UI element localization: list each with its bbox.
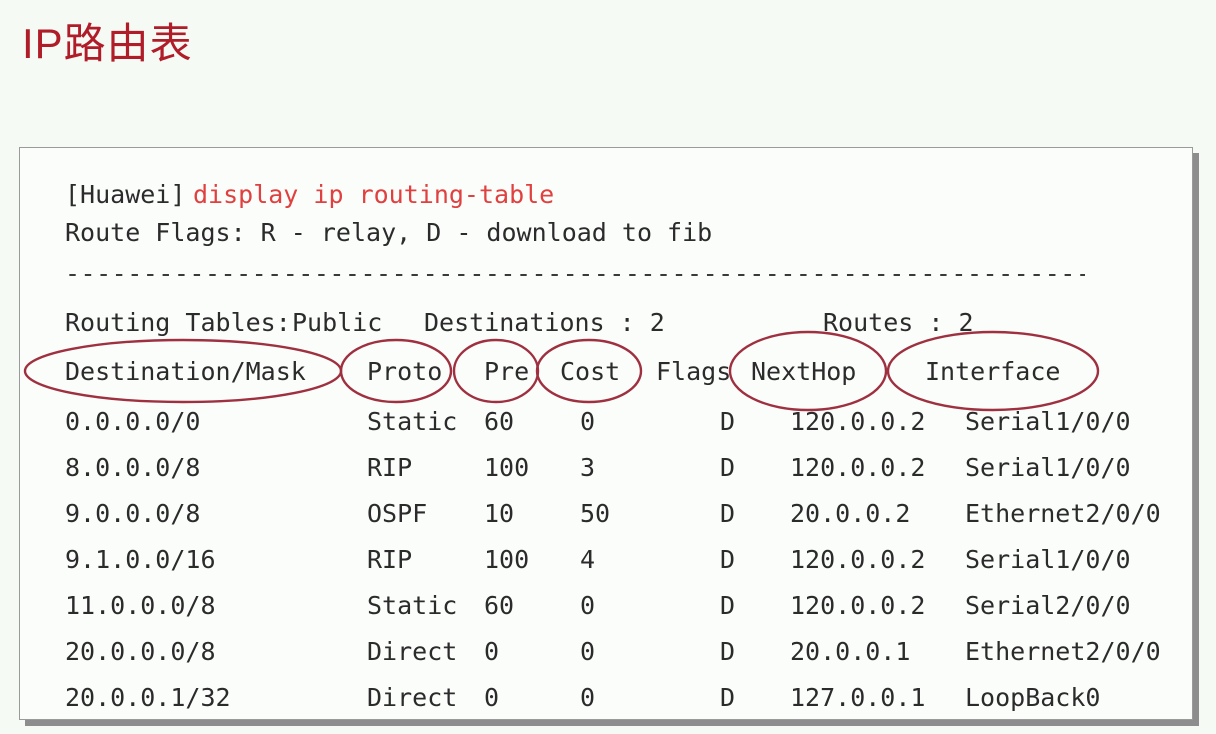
cell-nexthop: 120.0.0.2 [790,407,926,436]
cell-cost: 0 [580,683,596,712]
routing-table-summary-line: Routing Tables: Public Destinations : 2 … [20,300,1192,346]
cell-cost: 0 [580,591,596,620]
cell-nexthop: 120.0.0.2 [790,453,926,482]
cell-flags: D [720,499,736,528]
table-row: 20.0.0.1/32 Direct 0 0 D 127.0.0.1 LoopBack0 [20,675,1192,719]
route-flags-legend-line: Route Flags: R - relay, D - download to … [20,210,1192,256]
terminal-text-body: [Huawei] display ip routing-table Route … [20,148,1192,719]
table-row: 20.0.0.0/8 Direct 0 0 D 20.0.0.1 Ethernet2/0/0 [20,629,1192,675]
cell-cost: 0 [580,637,596,666]
column-header-flags: Flags [656,357,732,386]
cell-pre: 10 [484,499,515,528]
cell-interface: Serial1/0/0 [965,545,1131,574]
cell-destination: 20.0.0.1/32 [65,683,231,712]
column-header-pre: Pre [484,357,530,386]
cell-nexthop: 120.0.0.2 [790,545,926,574]
cell-cost: 3 [580,453,596,482]
summary-destinations: Destinations : 2 [424,308,665,337]
cell-interface: Serial1/0/0 [965,407,1131,436]
cell-cost: 4 [580,545,596,574]
table-row: 0.0.0.0/0 Static 60 0 D 120.0.0.2 Serial1/0/0 [20,399,1192,445]
cell-destination: 0.0.0.0/0 [65,407,201,436]
cell-pre: 100 [484,545,530,574]
cell-interface: Ethernet2/0/0 [965,499,1161,528]
cell-nexthop: 20.0.0.2 [790,499,911,528]
cell-flags: D [720,637,736,666]
cell-destination: 11.0.0.0/8 [65,591,216,620]
summary-label: Routing Tables: [65,308,291,337]
table-row: 9.0.0.0/8 OSPF 10 50 D 20.0.0.2 Ethernet2/0/0 [20,491,1192,537]
table-header-row: Destination/Mask Proto Pre Cost Flags Ne… [20,349,1192,395]
cell-pre: 100 [484,453,530,482]
column-header-destination: Destination/Mask [65,357,306,386]
cell-flags: D [720,591,736,620]
cell-proto: OSPF [367,499,428,528]
column-header-proto: Proto [367,357,443,386]
cell-cost: 50 [580,499,611,528]
cell-interface: LoopBack0 [965,683,1101,712]
table-row: 11.0.0.0/8 Static 60 0 D 120.0.0.2 Serial2/0/0 [20,583,1192,629]
cell-nexthop: 20.0.0.1 [790,637,911,666]
cell-proto: RIP [367,545,413,574]
cell-interface: Serial2/0/0 [965,591,1131,620]
cell-interface: Ethernet2/0/0 [965,637,1161,666]
cell-flags: D [720,453,736,482]
summary-scope: Public [292,308,383,337]
page-title: IP路由表 [22,20,193,67]
table-row: 8.0.0.0/8 RIP 100 3 D 120.0.0.2 Serial1/0/0 [20,445,1192,491]
terminal-output-panel: [Huawei] display ip routing-table Route … [19,147,1193,720]
cell-nexthop: 127.0.0.1 [790,683,926,712]
cell-pre: 0 [484,637,500,666]
table-row: 9.1.0.0/16 RIP 100 4 D 120.0.0.2 Serial1/0/0 [20,537,1192,583]
cell-cost: 0 [580,407,596,436]
cell-proto: Direct [367,637,458,666]
cell-destination: 9.0.0.0/8 [65,499,201,528]
cell-pre: 0 [484,683,500,712]
cell-nexthop: 120.0.0.2 [790,591,926,620]
cell-flags: D [720,683,736,712]
cell-proto: Direct [367,683,458,712]
cell-proto: Static [367,591,458,620]
cell-destination: 20.0.0.0/8 [65,637,216,666]
summary-routes: Routes : 2 [823,308,974,337]
column-header-cost: Cost [560,357,621,386]
column-header-nexthop: NextHop [751,357,857,386]
cell-flags: D [720,407,736,436]
cell-destination: 8.0.0.0/8 [65,453,201,482]
cell-destination: 9.1.0.0/16 [65,545,216,574]
cell-pre: 60 [484,407,515,436]
cell-interface: Serial1/0/0 [965,453,1131,482]
route-flags-legend: Route Flags: R - relay, D - download to … [65,218,713,247]
cell-pre: 60 [484,591,515,620]
cell-flags: D [720,545,736,574]
cell-proto: Static [367,407,458,436]
column-header-interface: Interface [925,357,1061,386]
cell-proto: RIP [367,453,413,482]
separator-line: ----------------------------------------… [65,259,1085,288]
